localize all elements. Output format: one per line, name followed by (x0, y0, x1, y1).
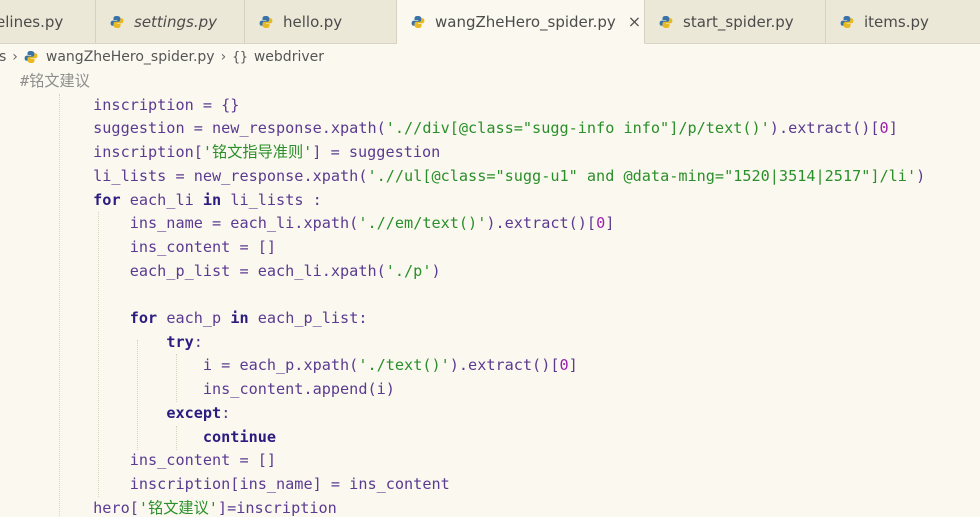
tab-wangzhehero-spider[interactable]: wangZheHero_spider.py × (397, 0, 645, 44)
tab-items[interactable]: items.py (826, 0, 980, 43)
python-file-icon (411, 15, 425, 28)
tab-hello[interactable]: hello.py (245, 0, 397, 43)
tab-label: start_spider.py (683, 12, 794, 31)
code-line: each_p_list = each_li.xpath('./p') (20, 261, 441, 280)
code-line: suggestion = new_response.xpath('.//div[… (20, 119, 898, 138)
code-line: except: (166, 403, 231, 422)
chevron-right-icon: › (220, 49, 227, 65)
tab-label: settings.py (134, 12, 217, 31)
code-line: hero['铭文建议']=inscription (20, 498, 337, 517)
symbol-namespace-icon: {} (232, 49, 248, 65)
code-line: inscription = {} (20, 95, 240, 114)
tab-settings[interactable]: settings.py (96, 0, 245, 43)
tab-label: hello.py (283, 12, 343, 31)
code-line: for each_li in li_lists : (93, 190, 322, 209)
breadcrumb-file[interactable]: wangZheHero_spider.py (46, 49, 215, 65)
code-line: ins_name = each_li.xpath('.//em/text()')… (20, 214, 615, 233)
breadcrumb-symbol[interactable]: webdriver (254, 49, 324, 65)
editor-tab-bar: elines.py settings.py hello.py wangZheHe… (0, 0, 980, 44)
python-file-icon (840, 15, 854, 28)
tab-elines[interactable]: elines.py (0, 0, 96, 43)
code-line: ins_content.append(i) (20, 380, 395, 399)
tab-start-spider[interactable]: start_spider.py (645, 0, 826, 43)
code-line: inscription['铭文指导准则'] = suggestion (20, 143, 441, 162)
code-line: li_lists = new_response.xpath('.//ul[@cl… (20, 166, 926, 185)
python-file-icon (110, 15, 124, 28)
chevron-right-icon: › (12, 49, 18, 65)
tab-label: wangZheHero_spider.py (435, 12, 616, 31)
code-editor[interactable]: #铭文建议 inscription = {} suggestion = new_… (0, 70, 980, 517)
code-line: for each_p in each_p_list: (129, 309, 368, 327)
code-line: ins_content = [] (20, 451, 277, 470)
tab-label: items.py (864, 12, 929, 31)
breadcrumb: s › wangZheHero_spider.py › {} webdriver (0, 44, 980, 70)
code-line: try: (166, 332, 203, 351)
code-line: #铭文建议 (20, 72, 90, 90)
code-line: inscription[ins_name] = ins_content (20, 474, 450, 493)
python-file-icon (24, 51, 38, 63)
tab-label: elines.py (0, 12, 64, 31)
python-file-icon (659, 15, 673, 28)
breadcrumb-folder[interactable]: s (0, 49, 6, 65)
code-line: i = each_p.xpath('./text()').extract()[0… (20, 356, 578, 375)
code-line: continue (202, 427, 277, 446)
code-line: ins_content = [] (20, 237, 277, 256)
close-icon[interactable]: × (628, 12, 641, 31)
python-file-icon (259, 15, 273, 28)
